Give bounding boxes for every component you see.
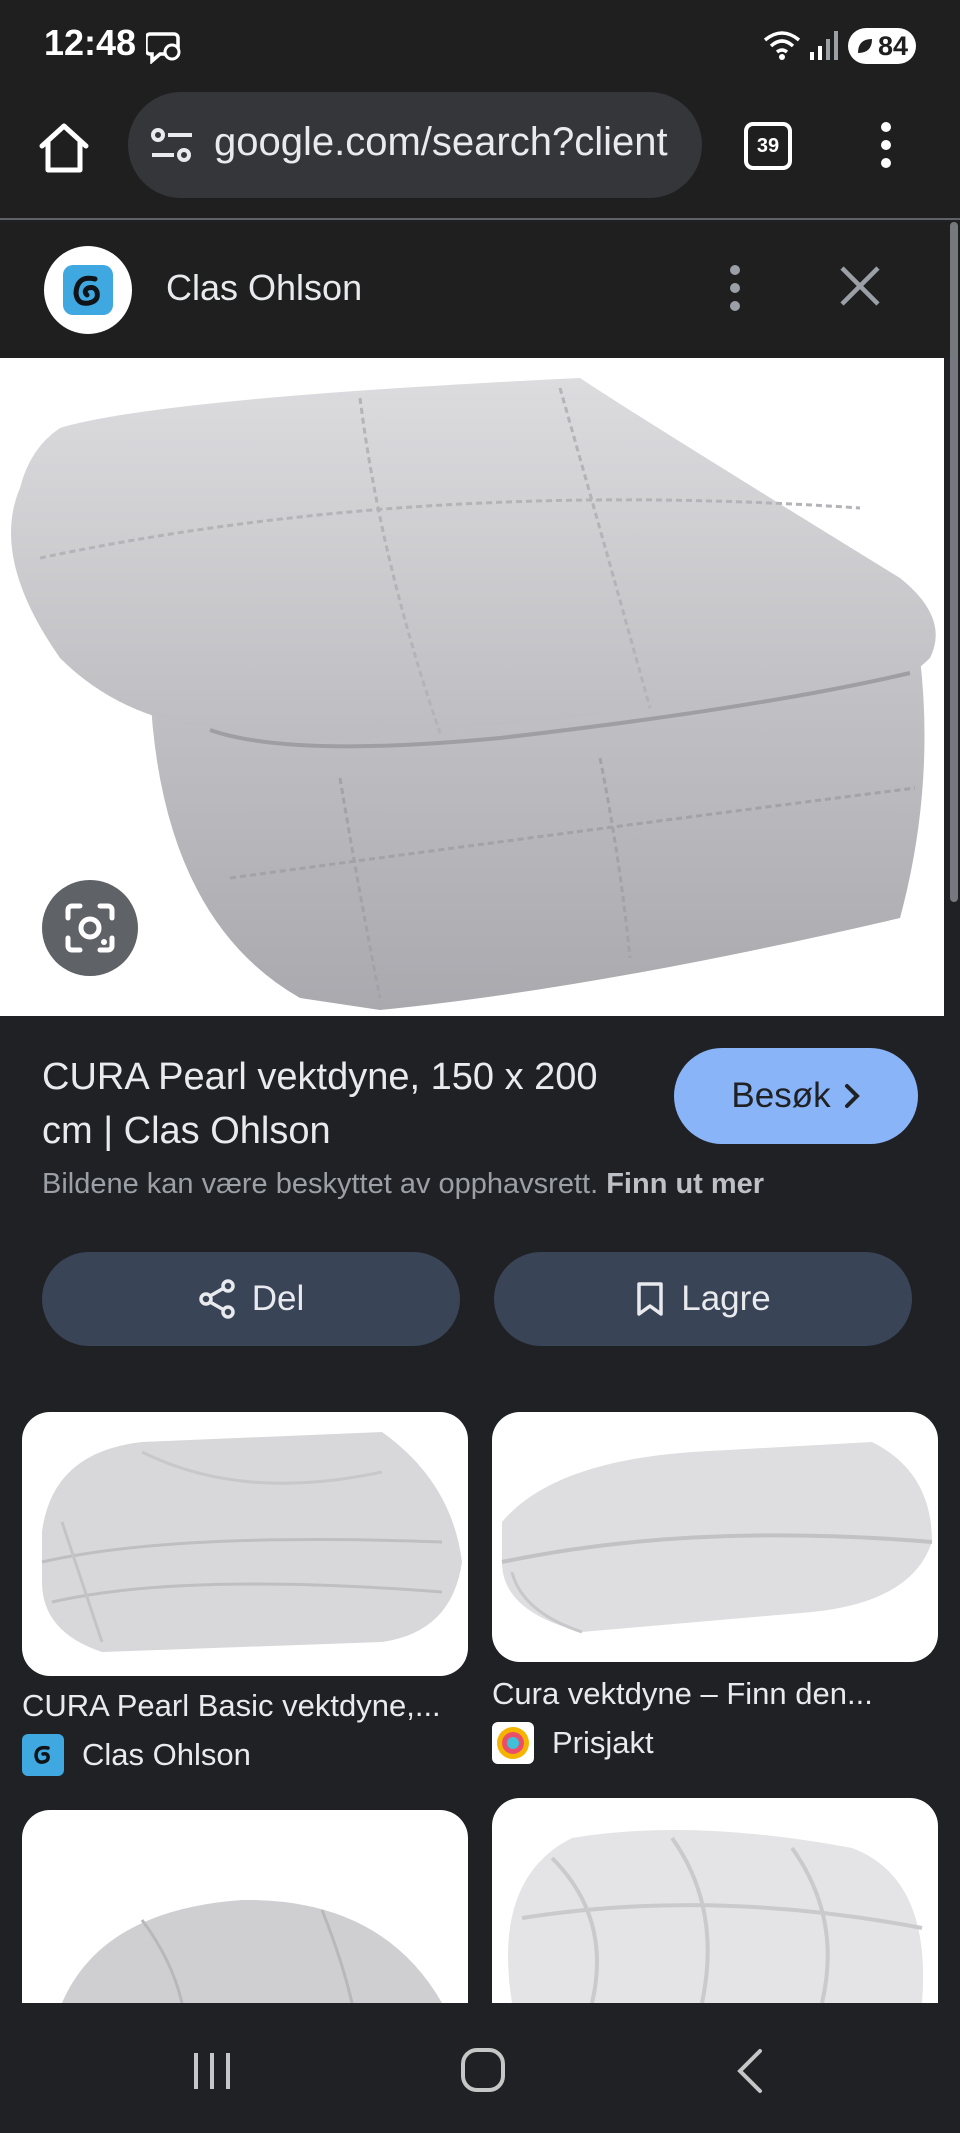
- source-name: Clas Ohlson: [166, 267, 363, 308]
- url-text[interactable]: google.com/search?client: [214, 120, 668, 165]
- system-nav-bar: [0, 2003, 960, 2133]
- close-icon[interactable]: [838, 264, 882, 308]
- clas-ohlson-logo-icon: [63, 265, 113, 315]
- prisjakt-favicon: [492, 1722, 534, 1764]
- lens-icon: [65, 903, 115, 953]
- visit-label: Besøk: [731, 1076, 831, 1115]
- blanket-thumbnail: [41, 1432, 462, 1652]
- wifi-icon: [763, 31, 801, 60]
- weighted-blanket-image: [11, 378, 936, 1010]
- tab-count: 39: [756, 134, 780, 157]
- related-image-3[interactable]: [22, 1810, 468, 2003]
- lens-search-button[interactable]: [42, 880, 138, 976]
- related-title-1[interactable]: CURA Pearl Basic vektdyne,...: [22, 1688, 468, 1724]
- home-icon[interactable]: [36, 120, 92, 176]
- save-button[interactable]: Lagre: [494, 1252, 912, 1346]
- result-title: CURA Pearl vektdyne, 150 x 200 cm | Clas…: [42, 1056, 598, 1152]
- home-nav-icon[interactable]: [460, 2047, 506, 2093]
- chat-notification-icon: [146, 32, 181, 64]
- source-header: Clas Ohlson: [0, 222, 960, 358]
- blanket-thumbnail: [508, 1830, 924, 2003]
- related-source-1[interactable]: Clas Ohlson: [22, 1734, 251, 1776]
- chevron-right-icon: [844, 1084, 860, 1108]
- clas-ohlson-favicon: [22, 1734, 64, 1776]
- learn-more-link[interactable]: Finn ut mer: [606, 1168, 764, 1200]
- bookmark-icon: [637, 1282, 663, 1316]
- share-button[interactable]: Del: [42, 1252, 460, 1346]
- status-bar: 12:48 84: [0, 0, 960, 90]
- recents-icon[interactable]: [190, 2049, 234, 2093]
- blanket-thumbnail: [62, 1899, 442, 2003]
- copyright-text: Bildene kan være beskyttet av opphavsret…: [42, 1168, 599, 1200]
- related-image-4[interactable]: [492, 1798, 938, 2003]
- result-image[interactable]: [0, 358, 944, 1016]
- site-settings-icon[interactable]: [150, 125, 194, 165]
- copyright-notice: Bildene kan være beskyttet av opphavsret…: [42, 1168, 764, 1201]
- address-bar[interactable]: google.com/search?client: [128, 92, 702, 198]
- scrollbar[interactable]: [950, 222, 958, 902]
- back-icon[interactable]: [734, 2047, 766, 2095]
- blanket-thumbnail: [501, 1442, 933, 1634]
- more-options-icon[interactable]: [878, 120, 894, 170]
- share-icon: [198, 1279, 235, 1319]
- status-time: 12:48: [44, 22, 137, 63]
- related-image-2[interactable]: [492, 1412, 938, 1662]
- signal-icon: [810, 31, 838, 60]
- source-menu-icon[interactable]: [722, 262, 748, 314]
- related-source-name-1: Clas Ohlson: [82, 1737, 251, 1772]
- related-source-name-2: Prisjakt: [552, 1725, 654, 1760]
- browser-toolbar: google.com/search?client 39: [0, 90, 960, 220]
- battery-level: 84: [877, 30, 908, 61]
- share-label: Del: [251, 1279, 305, 1318]
- battery-indicator: 84: [848, 28, 916, 64]
- related-source-2[interactable]: Prisjakt: [492, 1722, 654, 1764]
- source-logo: [44, 246, 132, 334]
- related-title-2[interactable]: Cura vektdyne – Finn den...: [492, 1676, 938, 1712]
- tab-switcher-button[interactable]: 39: [744, 122, 792, 170]
- related-image-1[interactable]: [22, 1412, 468, 1676]
- save-label: Lagre: [681, 1279, 771, 1318]
- power-saving-icon: [858, 39, 872, 53]
- visit-button[interactable]: Besøk: [674, 1048, 918, 1144]
